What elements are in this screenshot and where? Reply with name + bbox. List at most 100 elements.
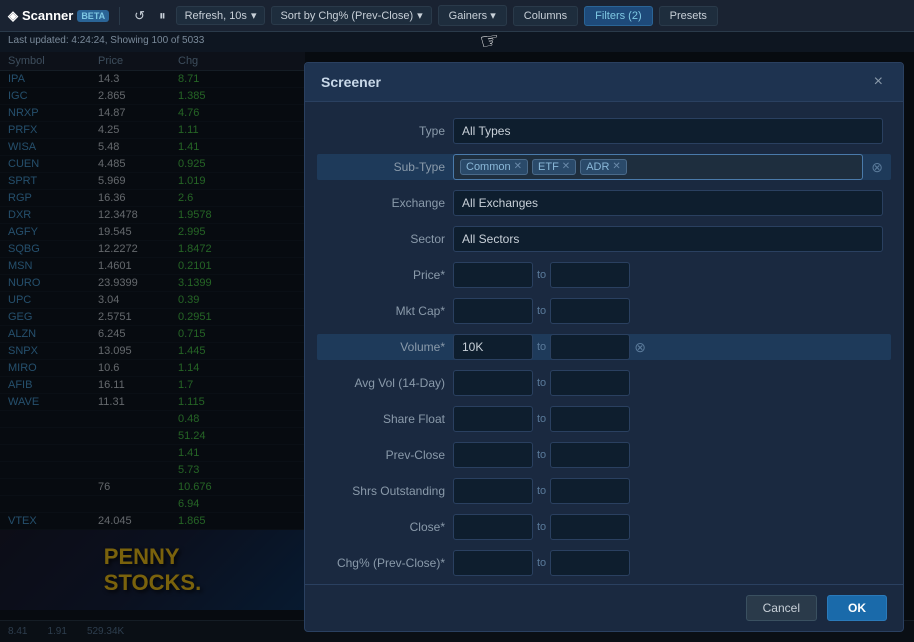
columns-button[interactable]: Columns [513,6,578,26]
avgvol-from-input[interactable] [453,370,533,396]
mktcap-range: to [453,298,630,324]
volume-clear-button[interactable]: ⊗ [634,339,646,356]
modal-header: Screener × [305,63,903,102]
gainers-button[interactable]: Gainers ▾ [438,5,507,26]
prevclose-row: Prev-Close to [325,442,883,468]
sort-button[interactable]: Sort by Chg% (Prev-Close) ▾ [271,6,431,25]
close-label: Close* [325,520,445,534]
sharefloat-to-input[interactable] [550,406,630,432]
prevclose-from-input[interactable] [453,442,533,468]
sector-row: Sector [325,226,883,252]
modal-body: Type Sub-Type Common ✕ ETF ✕ ADR [305,102,903,584]
chevron-down-icon: ▾ [251,9,257,22]
sharefloat-range: to [453,406,630,432]
topbar: ◈ Scanner BETA ↺ ⏸ Refresh, 10s ▾ Sort b… [0,0,914,32]
subtype-tags-container[interactable]: Common ✕ ETF ✕ ADR ✕ [453,154,863,180]
chgpct-row: Chg% (Prev-Close)* to [325,550,883,576]
volume-row: Volume* to ⊗ [317,334,891,360]
price-to-sep: to [537,269,546,281]
status-bar: Last updated: 4:24:24, Showing 100 of 50… [0,32,914,52]
avgvol-label: Avg Vol (14-Day) [325,376,445,390]
cancel-button[interactable]: Cancel [746,595,817,621]
shrsoutstanding-to-sep: to [537,485,546,497]
filters-button[interactable]: Filters (2) [584,6,652,26]
type-row: Type [325,118,883,144]
status-text: Last updated: 4:24:24, Showing 100 of 50… [8,35,204,46]
prevclose-range: to [453,442,630,468]
price-row: Price* to [325,262,883,288]
app-title: Scanner [22,8,73,23]
volume-range: to ⊗ [453,334,646,360]
shrsoutstanding-from-input[interactable] [453,478,533,504]
type-input[interactable] [453,118,883,144]
tag-etf-label: ETF [538,161,559,173]
app-logo: ◈ Scanner BETA [8,8,109,24]
avgvol-row: Avg Vol (14-Day) to [325,370,883,396]
prevclose-label: Prev-Close [325,448,445,462]
tag-adr-label: ADR [586,161,609,173]
tag-common-close[interactable]: ✕ [514,162,522,172]
sharefloat-label: Share Float [325,412,445,426]
avgvol-to-sep: to [537,377,546,389]
tag-etf-close[interactable]: ✕ [562,162,570,172]
scanner-icon: ◈ [8,8,18,24]
close-to-sep: to [537,521,546,533]
refresh-icon-btn[interactable]: ↺ [130,6,149,26]
modal-overlay: Screener × Type Sub-Type Common ✕ ETF [0,52,914,642]
sharefloat-row: Share Float to [325,406,883,432]
subtype-label: Sub-Type [325,160,445,174]
tag-etf[interactable]: ETF ✕ [532,159,576,175]
chgpct-to-input[interactable] [550,550,630,576]
volume-to-sep: to [537,341,546,353]
shrsoutstanding-range: to [453,478,630,504]
exchange-input[interactable] [453,190,883,216]
price-label: Price* [325,268,445,282]
sector-label: Sector [325,232,445,246]
chgpct-range: to [453,550,630,576]
modal-close-button[interactable]: × [870,73,887,91]
close-from-input[interactable] [453,514,533,540]
subtype-clear-button[interactable]: ⊗ [871,159,883,176]
tag-common[interactable]: Common ✕ [460,159,528,175]
shrsoutstanding-to-input[interactable] [550,478,630,504]
chgpct-from-input[interactable] [453,550,533,576]
info-icon-btn[interactable]: ⏸ [155,6,170,26]
beta-badge: BETA [77,10,109,22]
volume-to-input[interactable] [550,334,630,360]
avgvol-to-input[interactable] [550,370,630,396]
close-range: to [453,514,630,540]
presets-button[interactable]: Presets [659,6,718,26]
refresh-button[interactable]: Refresh, 10s ▾ [176,6,266,25]
mktcap-row: Mkt Cap* to [325,298,883,324]
volume-from-input[interactable] [453,334,533,360]
sharefloat-from-input[interactable] [453,406,533,432]
prevclose-to-input[interactable] [550,442,630,468]
shrsoutstanding-label: Shrs Outstanding [325,484,445,498]
mktcap-label: Mkt Cap* [325,304,445,318]
mktcap-from-input[interactable] [453,298,533,324]
chevron-down-icon2: ▾ [417,9,423,22]
price-to-input[interactable] [550,262,630,288]
tag-adr-close[interactable]: ✕ [612,162,620,172]
avgvol-range: to [453,370,630,396]
sector-input[interactable] [453,226,883,252]
screener-modal: Screener × Type Sub-Type Common ✕ ETF [304,62,904,632]
chgpct-label: Chg% (Prev-Close)* [325,556,445,570]
sort-label: Sort by Chg% (Prev-Close) [280,10,413,22]
tag-adr[interactable]: ADR ✕ [580,159,627,175]
price-from-input[interactable] [453,262,533,288]
chgpct-to-sep: to [537,557,546,569]
ok-button[interactable]: OK [827,595,887,621]
tag-common-label: Common [466,161,511,173]
volume-label: Volume* [325,340,445,354]
sharefloat-to-sep: to [537,413,546,425]
mktcap-to-input[interactable] [550,298,630,324]
refresh-label: Refresh, 10s [185,10,247,22]
exchange-label: Exchange [325,196,445,210]
close-row: Close* to [325,514,883,540]
close-to-input[interactable] [550,514,630,540]
type-label: Type [325,124,445,138]
modal-footer: Cancel OK [305,584,903,631]
prevclose-to-sep: to [537,449,546,461]
shrsoutstanding-row: Shrs Outstanding to [325,478,883,504]
